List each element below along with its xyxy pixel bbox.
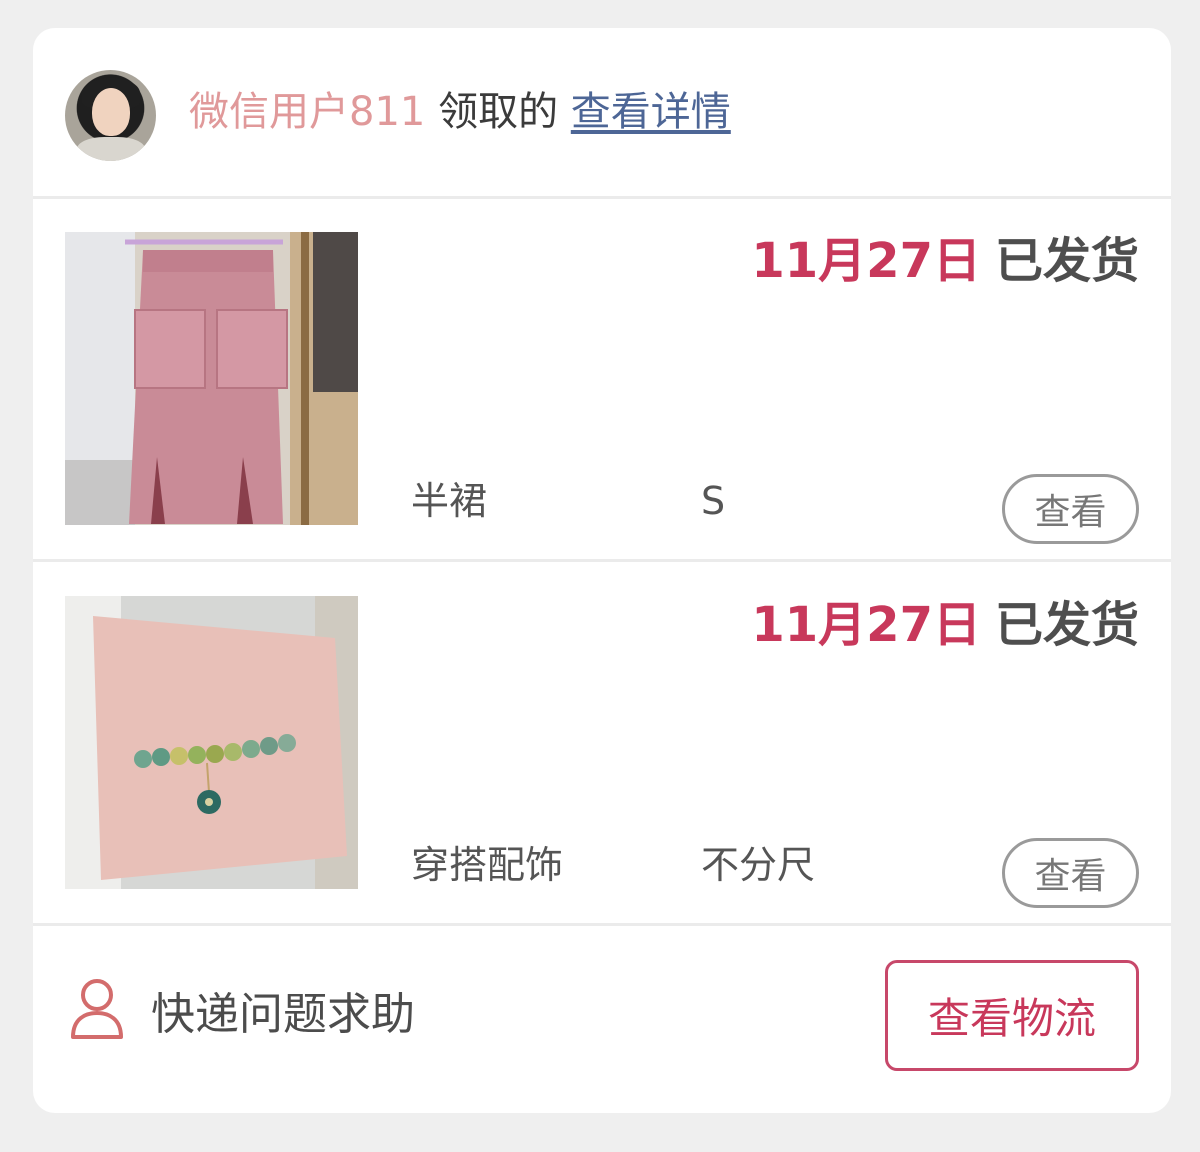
status-label: 已发货 [994,233,1139,289]
ship-date: 11月27日 [751,597,981,653]
product-size: S [701,479,726,523]
product-size: 不分尺 [701,843,816,887]
receive-label: 领取的 [438,89,559,135]
courier-help-label: 快递问题求助 [151,989,415,1040]
shipping-status: 11月27日 已发货 [751,595,1139,655]
user-avatar[interactable] [65,70,156,161]
order-card: 微信用户811 领取的 查看详情 11月27日已发货 半裙 S 查看 11月27… [33,28,1171,1113]
product-thumbnail-skirt[interactable] [65,232,358,525]
view-details-link[interactable]: 查看详情 [571,89,731,135]
shipping-status: 11月27日 已发货 [751,231,1139,291]
product-name: 穿搭配饰 [411,843,564,887]
order-item: 11月27日 已发货 穿搭配饰 不分尺 查看 [33,563,1171,926]
username[interactable]: 微信用户811 [189,89,425,135]
person-icon [69,977,125,1043]
product-name: 半裙 [411,479,488,523]
product-thumbnail-bracelet[interactable] [65,596,358,889]
view-item-button[interactable]: 查看 [1002,838,1139,908]
ship-date: 11月27日 [751,233,981,289]
header-text: 微信用户811 领取的 查看详情 [189,86,731,138]
view-logistics-button[interactable]: 查看物流 [885,960,1139,1071]
order-footer: 快递问题求助 查看物流 [33,927,1171,1113]
order-header: 微信用户811 领取的 查看详情 [33,28,1171,199]
view-item-button[interactable]: 查看 [1002,474,1139,544]
courier-help[interactable]: 快递问题求助 [69,977,415,1043]
status-label: 已发货 [994,597,1139,653]
order-item: 11月27日 已发货 半裙 S 查看 [33,199,1171,562]
